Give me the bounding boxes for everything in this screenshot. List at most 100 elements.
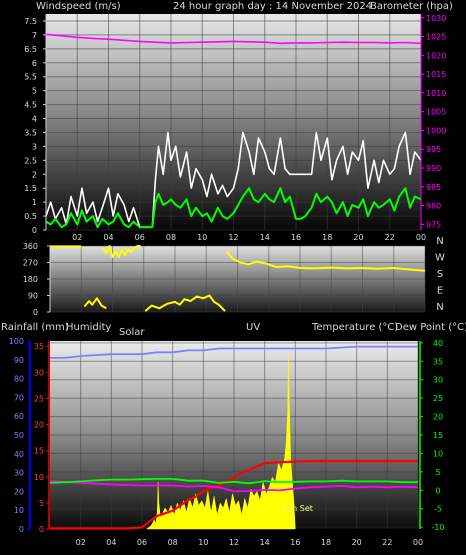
humidity-tick-label: 20 xyxy=(14,487,24,496)
x-tick-label: 12 xyxy=(228,233,238,242)
barometer-tick-label: 1000 xyxy=(426,126,446,135)
barometer-tick-label: 1015 xyxy=(426,70,446,79)
rainfall-tick-label: 20 xyxy=(34,421,44,430)
rainfall-axis: 0 5 10 15 20 25 30 35 xyxy=(34,341,50,534)
windspeed-tick-label: 4.5 xyxy=(24,101,37,110)
temperature-tick-label: 10 xyxy=(433,449,443,458)
wind-direction-panel: 090180270360 NWSEN xyxy=(23,236,445,317)
humidity-axis: 0 10 20 30 40 50 60 70 80 90 100 xyxy=(9,337,31,534)
x-tick-label: 10 xyxy=(197,233,207,242)
windspeed-tick-label: 5.5 xyxy=(24,73,37,82)
barometer-axis-label: Barometer (hpa) xyxy=(370,1,453,12)
rain-temp-x-axis: 02 04 06 08 10 12 14 16 18 20 22 00 xyxy=(76,538,424,547)
x-tick-label: 22 xyxy=(385,233,395,242)
rainfall-tick-label: 15 xyxy=(34,447,44,456)
compass-label: E xyxy=(437,286,443,297)
x-tick-label: 00 xyxy=(413,538,423,547)
rainfall-tick-label: 10 xyxy=(34,473,44,482)
windspeed-tick-label: 2 xyxy=(32,170,37,179)
windspeed-tick-label: 0.5 xyxy=(24,212,37,221)
humidity-tick-label: 70 xyxy=(14,393,24,402)
temperature-tick-label: 25 xyxy=(433,394,443,403)
rainfall-tick-label: 0 xyxy=(39,525,44,534)
temperature-tick-label: 5 xyxy=(435,468,440,477)
windspeed-tick-label: 2.5 xyxy=(24,156,37,165)
solar-label: Solar xyxy=(119,327,145,338)
x-tick-label: 02 xyxy=(76,538,86,547)
direction-axis: 0 90 180 270 360 xyxy=(23,242,51,317)
rainfall-tick-label: 35 xyxy=(34,342,44,351)
direction-tick-label: 90 xyxy=(28,292,38,301)
humidity-tick-label: 90 xyxy=(14,356,24,365)
windspeed-tick-label: 5 xyxy=(32,87,37,96)
chart-title: 24 hour graph day : 14 November 2024 xyxy=(173,1,372,12)
rainfall-tick-label: 30 xyxy=(34,368,44,377)
x-tick-label: 18 xyxy=(321,538,331,547)
compass-label: W xyxy=(435,253,445,264)
barometer-axis: 975 980 985 990 995 1000 1005 1010 1015 1020 1025 1… xyxy=(420,14,446,230)
rain-temp-panel: 0102030405060708090100 05101520253035 -1… xyxy=(1,322,466,547)
x-tick-label: 14 xyxy=(260,233,270,242)
barometer-tick-label: 985 xyxy=(426,183,441,192)
compass-axis: NWSEN xyxy=(435,236,445,313)
x-tick-label: 14 xyxy=(260,538,270,547)
humidity-tick-label: 60 xyxy=(14,412,24,421)
humidity-tick-label: 0 xyxy=(19,525,24,534)
windspeed-tick-label: 6.5 xyxy=(24,45,37,54)
compass-label: N xyxy=(436,236,443,247)
barometer-tick-label: 1030 xyxy=(426,14,446,23)
temperature-label: Temperature (°C) xyxy=(311,322,398,333)
dewpoint-label: Dew Point (°C) xyxy=(395,322,466,333)
humidity-tick-label: 80 xyxy=(14,375,24,384)
sunset-annotation: Sun Set xyxy=(282,504,313,513)
temperature-tick-label: -5 xyxy=(434,505,442,514)
compass-label: N xyxy=(436,302,443,313)
x-tick-label: 00 xyxy=(416,233,426,242)
temperature-tick-label: 20 xyxy=(433,413,443,422)
x-tick-label: 20 xyxy=(353,233,363,242)
x-tick-label: 22 xyxy=(382,538,392,547)
temperature-tick-label: 35 xyxy=(433,357,443,366)
barometer-tick-label: 1020 xyxy=(426,51,446,60)
windspeed-tick-label: 0 xyxy=(32,226,37,235)
humidity-label: Humidity xyxy=(66,322,111,333)
windspeed-tick-label: 1 xyxy=(32,198,37,207)
windspeed-tick-label: 1.5 xyxy=(24,184,37,193)
humidity-tick-label: 30 xyxy=(14,469,24,478)
humidity-tick-label: 10 xyxy=(14,506,24,515)
x-tick-label: 08 xyxy=(168,538,178,547)
rainfall-label: Rainfall (mm) xyxy=(1,322,69,333)
x-tick-label: 04 xyxy=(106,538,116,547)
barometer-tick-label: 995 xyxy=(426,145,441,154)
x-tick-label: 06 xyxy=(137,538,147,547)
compass-label: S xyxy=(437,269,443,280)
temperature-tick-label: 30 xyxy=(433,376,443,385)
windspeed-tick-label: 3 xyxy=(32,142,37,151)
direction-tick-label: 180 xyxy=(23,275,38,284)
windspeed-tick-label: 4 xyxy=(32,115,37,124)
temperature-tick-label: -10 xyxy=(431,523,444,532)
weather-chart: 00.511.522.533.544.555.566.577.5 9759809… xyxy=(1,1,466,547)
x-tick-label: 04 xyxy=(103,233,113,242)
x-tick-label: 12 xyxy=(229,538,239,547)
barometer-tick-label: 980 xyxy=(426,202,441,211)
windspeed-tick-label: 6 xyxy=(32,59,37,68)
barometer-tick-label: 990 xyxy=(426,164,441,173)
x-tick-label: 16 xyxy=(290,538,300,547)
windspeed-axis-label: Windspeed (m/s) xyxy=(36,1,121,12)
windspeed-tick-label: 3.5 xyxy=(24,128,37,137)
x-tick-label: 18 xyxy=(322,233,332,242)
x-tick-label: 10 xyxy=(198,538,208,547)
windspeed-axis: 0 0.5 1 1.5 2 2.5 3 3.5 4 4.5 5 5.5 6 6.5 7 7.5 xyxy=(24,14,47,235)
temperature-tick-label: 15 xyxy=(433,431,443,440)
temperature-tick-label: 0 xyxy=(435,486,440,495)
windspeed-tick-label: 7 xyxy=(32,31,37,40)
direction-tick-label: 360 xyxy=(23,242,38,251)
temperature-axis: -10 -5 0 5 10 15 20 25 30 35 40 xyxy=(419,339,445,532)
x-tick-label: 02 xyxy=(72,233,82,242)
humidity-tick-label: 100 xyxy=(9,337,24,346)
x-tick-label: 20 xyxy=(352,538,362,547)
rainfall-tick-label: 5 xyxy=(39,499,44,508)
x-tick-label: 16 xyxy=(291,233,301,242)
uv-label: UV xyxy=(246,322,260,333)
